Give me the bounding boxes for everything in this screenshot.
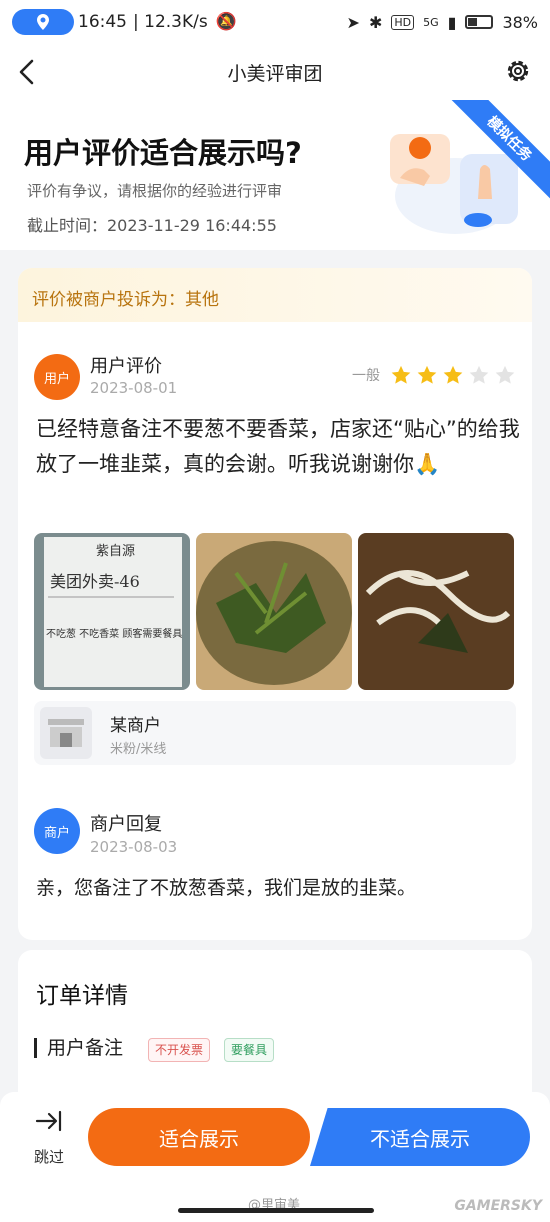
battery-icon — [465, 15, 494, 29]
receipt-order: 美团外卖-46 — [50, 572, 140, 591]
star-filled-icon — [417, 365, 437, 384]
signal-label: 5G — [423, 15, 439, 29]
page-title: 小美评审团 — [227, 62, 323, 85]
star-rating: 一般 — [352, 364, 516, 386]
tag-no-invoice: 不开发票 — [148, 1038, 211, 1062]
battery-percent: 38% — [502, 12, 538, 32]
review-photo-receipt[interactable]: 紫自源 美团外卖-46 不吃葱 不吃香菜 顾客需要餐具 — [34, 533, 190, 690]
mute-icon: 🔕 — [215, 12, 237, 32]
user-review-heading: 用户评价 — [90, 356, 162, 377]
review-photo-noodles[interactable] — [358, 533, 514, 690]
star-empty-icon — [495, 365, 515, 384]
order-details-title: 订单详情 — [36, 983, 128, 1009]
fit-to-display-button[interactable]: 适合展示 — [88, 1108, 310, 1166]
review-card: 评价被商户投诉为：其他 用户 用户评价 2023-08-01 一般 已经特意备注… — [18, 268, 532, 940]
home-indicator[interactable] — [178, 1208, 374, 1213]
bluetooth-icon: ✱ — [368, 12, 383, 32]
star-empty-icon — [469, 365, 489, 384]
receipt-brand: 紫自源 — [96, 544, 135, 559]
merchant-reply-date: 2023-08-03 — [90, 838, 178, 856]
task-subtitle: 评价有争议，请根据你的经验进行评审 — [27, 182, 283, 200]
review-photos: 紫自源 美团外卖-46 不吃葱 不吃香菜 顾客需要餐具 — [34, 533, 514, 690]
navigation-icon: ➤ — [346, 12, 360, 32]
not-fit-to-display-button[interactable]: 不适合展示 — [310, 1108, 530, 1166]
bottom-action-bar: 跳过 适合展示 不适合展示 @里审美 GAMERSKY — [0, 1092, 550, 1222]
merchant-info[interactable]: 某商户 米粉/米线 — [34, 701, 516, 765]
star-filled-icon — [391, 365, 411, 384]
task-header: 用户评价适合展示吗? 评价有争议，请根据你的经验进行评审 截止时间：2023-1… — [0, 100, 550, 250]
task-deadline: 截止时间：2023-11-29 16:44:55 — [27, 216, 277, 235]
user-note-label: 用户备注 — [34, 1038, 123, 1058]
storefront-icon — [40, 707, 92, 759]
complaint-banner: 评价被商户投诉为：其他 — [18, 268, 532, 322]
merchant-reply-heading: 商户回复 — [90, 814, 162, 835]
status-net-speed: | 12.3K/s — [133, 12, 208, 32]
location-pill — [12, 9, 74, 35]
status-time: 16:45 — [78, 12, 127, 32]
chevron-left-icon[interactable] — [14, 58, 40, 86]
location-pin-icon — [37, 14, 49, 30]
skip-label: 跳过 — [33, 1148, 64, 1166]
task-question: 用户评价适合展示吗? — [24, 136, 302, 170]
merchant-name: 某商户 — [110, 716, 161, 736]
user-avatar: 用户 — [34, 354, 80, 400]
star-filled-icon — [443, 365, 463, 384]
site-watermark: GAMERSKY — [454, 1198, 542, 1214]
wifi-signal-icon: ▮ — [447, 12, 457, 32]
hd-icon: HD — [391, 14, 415, 30]
tag-need-utensils: 要餐具 — [224, 1038, 275, 1062]
receipt-note: 不吃葱 不吃香菜 顾客需要餐具 — [46, 627, 182, 640]
merchant-category: 米粉/米线 — [110, 742, 167, 757]
user-review-date: 2023-08-01 — [90, 379, 178, 397]
gear-icon[interactable] — [504, 57, 532, 85]
review-photo-soup[interactable] — [196, 533, 352, 690]
merchant-reply-text: 亲，您备注了不放葱香菜，我们是放的韭菜。 — [36, 877, 417, 899]
app-bar: 小美评审团 — [0, 44, 550, 100]
review-text: 已经特意备注不要葱不要香菜，店家还“贴心”的给我放了一堆韭菜，真的会谢。听我说谢… — [36, 417, 520, 476]
skip-arrow-icon — [35, 1110, 62, 1132]
rating-label: 一般 — [352, 368, 380, 384]
status-bar: 16:45 | 12.3K/s 🔕 ➤ ✱ HD 5G ▮ 38% — [0, 0, 550, 44]
merchant-avatar: 商户 — [34, 808, 80, 854]
skip-button[interactable]: 跳过 — [26, 1110, 72, 1167]
order-details-card: 订单详情 用户备注 不开发票 要餐具 — [18, 950, 532, 1110]
